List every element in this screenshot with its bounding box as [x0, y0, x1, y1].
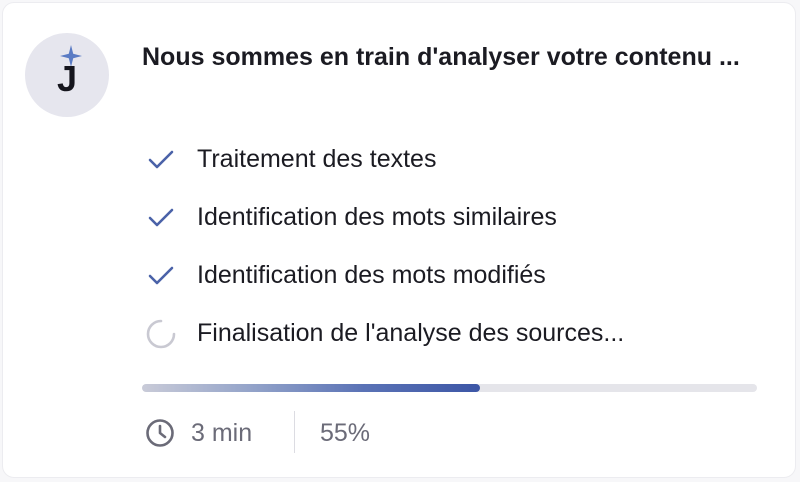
- progress-percent: 55%: [320, 419, 371, 447]
- clock-icon: [146, 419, 174, 447]
- progress-fill: [142, 384, 481, 392]
- step-label: Identification des mots similaires: [197, 203, 557, 231]
- check-icon: [148, 266, 174, 285]
- estimated-time: 3 min: [191, 419, 253, 447]
- analysis-card: J Nous sommes en train d'analyser votre …: [2, 2, 796, 478]
- step-label: Finalisation de l'analyse des sources...: [197, 319, 625, 347]
- check-icon: [148, 150, 174, 169]
- avatar-letter: J: [56, 58, 78, 99]
- page-title: Nous sommes en train d'analyser votre co…: [142, 43, 740, 71]
- step-label: Traitement des textes: [197, 145, 437, 173]
- check-icon: [148, 208, 174, 227]
- step-label: Identification des mots modifiés: [197, 261, 546, 289]
- divider: [294, 411, 295, 453]
- spinner-icon: [146, 319, 176, 349]
- avatar: J: [25, 33, 109, 117]
- progress-bar: [142, 384, 757, 392]
